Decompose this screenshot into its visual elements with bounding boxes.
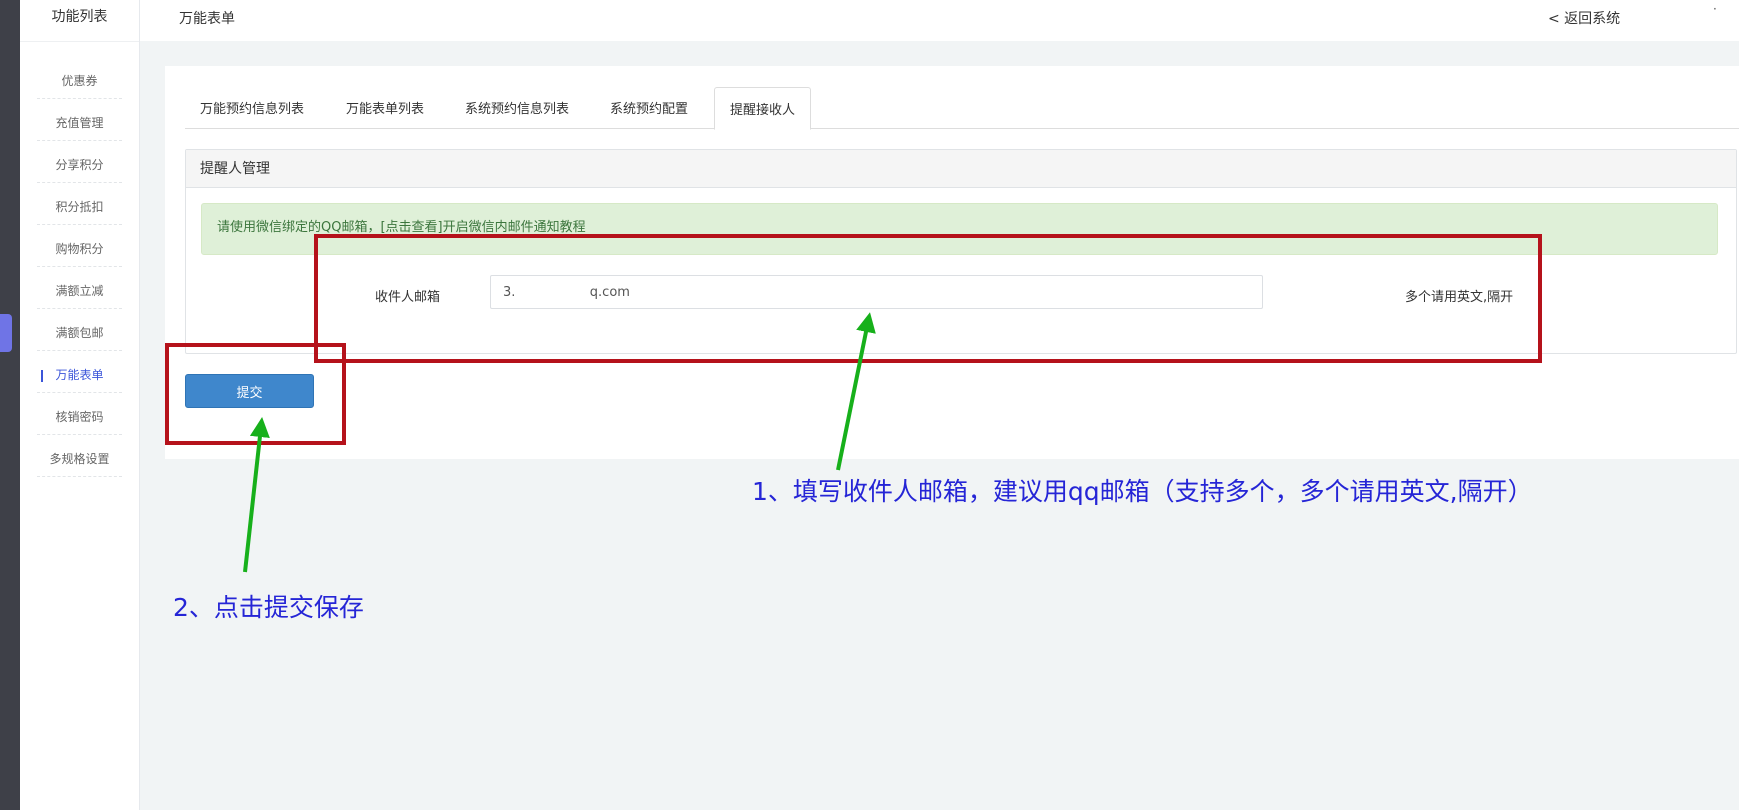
left-rail (0, 0, 20, 810)
top-dot-icon: · (1713, 2, 1717, 16)
main-panel: 万能预约信息列表 万能表单列表 系统预约信息列表 系统预约配置 提醒接收人 提醒… (165, 66, 1739, 459)
email-hint: 多个请用英文,隔开 (1405, 290, 1514, 305)
tab-system-booking-list[interactable]: 系统预约信息列表 (450, 87, 584, 129)
recipient-email-input[interactable] (490, 275, 1263, 309)
topbar: 万能表单 < 返回系统 · (140, 0, 1739, 41)
sidebar-item-full-reduction[interactable]: 满额立减 (37, 267, 122, 309)
reminder-management-box: 提醒人管理 请使用微信绑定的QQ邮箱，[点击查看]开启微信内邮件通知教程 收件人… (185, 149, 1737, 354)
sidebar: 功能列表 优惠券 充值管理 分享积分 积分抵扣 购物积分 满额立减 满额包邮 万… (20, 0, 140, 810)
sidebar-item-shopping-points[interactable]: 购物积分 (37, 225, 122, 267)
sidebar-item-coupon[interactable]: 优惠券 (37, 57, 122, 99)
sidebar-list: 优惠券 充值管理 分享积分 积分抵扣 购物积分 满额立减 满额包邮 万能表单 核… (20, 57, 139, 477)
sidebar-item-points-deduction[interactable]: 积分抵扣 (37, 183, 122, 225)
sidebar-item-share-points[interactable]: 分享积分 (37, 141, 122, 183)
sidebar-item-verify-code[interactable]: 核销密码 (37, 393, 122, 435)
sidebar-item-free-shipping[interactable]: 满额包邮 (37, 309, 122, 351)
page-title: 万能表单 (179, 11, 235, 27)
tab-universal-booking-list[interactable]: 万能预约信息列表 (185, 87, 319, 129)
rail-active-marker[interactable] (0, 314, 12, 352)
notice-alert: 请使用微信绑定的QQ邮箱，[点击查看]开启微信内邮件通知教程 (201, 203, 1718, 255)
sidebar-title: 功能列表 (20, 0, 139, 42)
sidebar-item-recharge[interactable]: 充值管理 (37, 99, 122, 141)
recipient-email-label: 收件人邮箱 (375, 290, 441, 305)
tab-reminder-recipients[interactable]: 提醒接收人 (714, 87, 812, 130)
annotation-step-1: 1、填写收件人邮箱，建议用qq邮箱（支持多个，多个请用英文,隔开） (752, 477, 1533, 506)
sidebar-item-universal-form[interactable]: 万能表单 (37, 351, 122, 393)
annotation-step-2: 2、点击提交保存 (173, 593, 364, 622)
submit-button[interactable]: 提交 (185, 374, 314, 408)
sidebar-item-multi-spec[interactable]: 多规格设置 (37, 435, 122, 477)
box-title: 提醒人管理 (186, 150, 1736, 188)
tab-system-booking-config[interactable]: 系统预约配置 (595, 87, 703, 129)
back-to-system-link[interactable]: < 返回系统 (1548, 8, 1620, 28)
tab-bar: 万能预约信息列表 万能表单列表 系统预约信息列表 系统预约配置 提醒接收人 (185, 87, 1739, 130)
tab-universal-form-list[interactable]: 万能表单列表 (331, 87, 439, 129)
